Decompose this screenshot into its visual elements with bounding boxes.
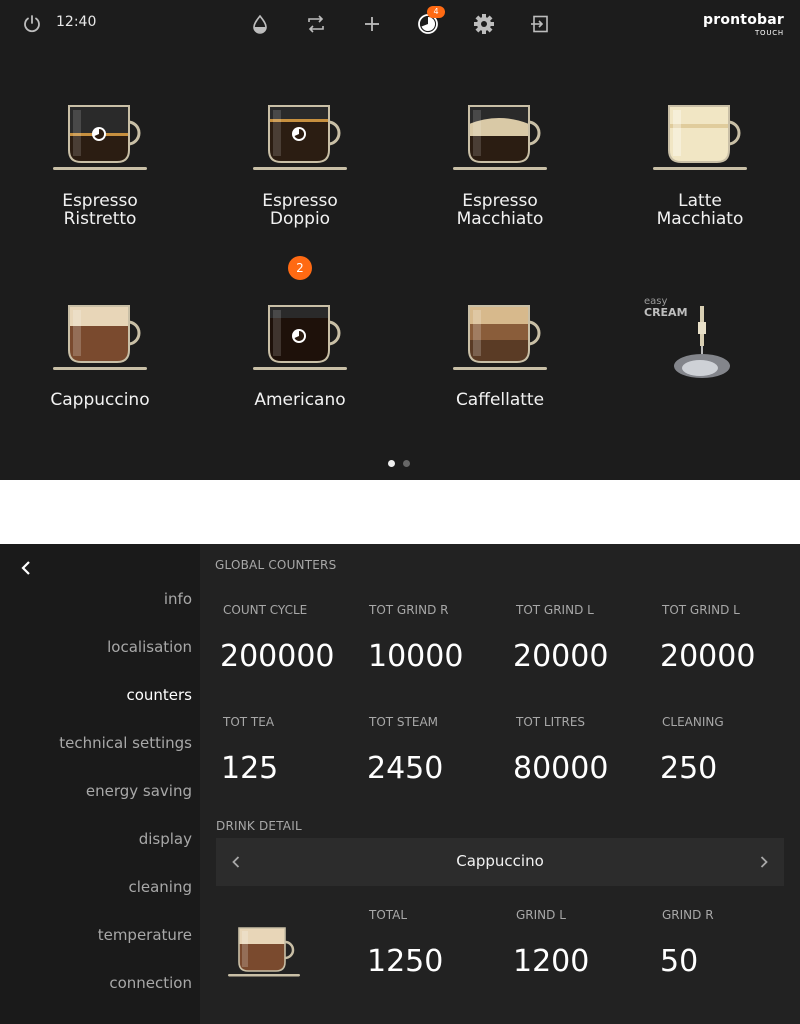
counter-value: 20000 — [660, 639, 756, 674]
drink-label: Cappuccino — [50, 390, 150, 410]
counter-value: 10000 — [368, 639, 464, 674]
exit-icon[interactable] — [528, 12, 552, 36]
counter-label: TOT GRIND R — [369, 603, 449, 617]
menu-localisation[interactable]: localisation — [12, 638, 192, 656]
settings-sidebar: info localisation counters technical set… — [0, 544, 200, 1024]
drink-label: Espresso Macchiato — [456, 191, 544, 229]
drink-espresso-ristretto[interactable]: Espresso Ristretto — [0, 100, 200, 228]
cappuccino-cup-icon — [53, 305, 147, 370]
gear-icon[interactable] — [472, 12, 496, 36]
drink-americano[interactable]: Americano — [200, 300, 400, 409]
power-icon[interactable] — [20, 12, 44, 36]
counter-label: COUNT CYCLE — [223, 603, 308, 617]
counter-value: 250 — [660, 751, 718, 786]
back-chevron-icon[interactable] — [16, 558, 36, 578]
drink-selection-screen: 12:40 4 prontobar TOUCH EspressoRistret — [0, 0, 800, 480]
latte-cup-icon — [653, 105, 747, 170]
espresso-cup-icon — [53, 105, 147, 170]
water-drop-icon[interactable] — [248, 12, 272, 36]
caffellatte-cup-icon — [453, 305, 547, 370]
menu-energy-saving[interactable]: energy saving — [12, 782, 192, 800]
drink-detail-title: DRINK DETAIL — [216, 819, 302, 833]
next-chevron-icon[interactable] — [754, 852, 774, 872]
menu-info[interactable]: info — [12, 590, 192, 608]
counter-label: CLEANING — [662, 715, 724, 729]
counter-value: 200000 — [220, 639, 335, 674]
detail-label: GRIND L — [516, 908, 566, 922]
counter-value: 80000 — [513, 751, 609, 786]
swap-icon[interactable] — [304, 12, 328, 36]
page-dot-active[interactable] — [388, 460, 395, 467]
queue-count-badge: 2 — [288, 256, 312, 280]
americano-cup-icon — [253, 305, 347, 370]
cappuccino-cup-icon — [228, 927, 300, 977]
drink-label: Caffellatte — [455, 390, 545, 410]
settings-screen: info localisation counters technical set… — [0, 544, 800, 1024]
detail-value: 1200 — [513, 944, 590, 979]
detail-value: 1250 — [367, 944, 444, 979]
menu-connection[interactable]: connection — [12, 974, 192, 992]
counter-label: TOT GRIND L — [516, 603, 594, 617]
menu-counters[interactable]: counters — [12, 686, 192, 704]
counters-content: GLOBAL COUNTERS COUNT CYCLE 200000 TOT G… — [200, 544, 800, 1024]
menu-cleaning[interactable]: cleaning — [12, 878, 192, 896]
detail-label: GRIND R — [662, 908, 714, 922]
menu-display[interactable]: display — [12, 830, 192, 848]
prontobar-logo: prontobar TOUCH — [703, 12, 784, 37]
add-icon[interactable] — [360, 12, 384, 36]
drink-label: Americano — [254, 390, 346, 410]
drink-cappuccino[interactable]: Cappuccino — [0, 300, 200, 409]
drink-label: Espresso Ristretto — [62, 191, 138, 229]
macchiato-cup-icon — [453, 105, 547, 170]
clock: 12:40 — [56, 14, 97, 30]
drink-espresso-doppio[interactable]: Espresso Doppio — [200, 100, 400, 228]
counter-label: TOT LITRES — [516, 715, 586, 729]
counter-label: TOT STEAM — [369, 715, 439, 729]
detail-label: TOTAL — [369, 908, 408, 922]
counter-value: 2450 — [367, 751, 444, 786]
cream-nozzle-icon — [674, 306, 730, 378]
easy-cream-button[interactable]: easy CREAM — [640, 296, 750, 396]
menu-technical-settings[interactable]: technical settings — [12, 734, 192, 752]
drink-label: Latte Macchiato — [656, 191, 744, 229]
drink-latte-macchiato[interactable]: Latte Macchiato — [600, 100, 800, 228]
counter-value: 125 — [221, 751, 279, 786]
counter-label: TOT TEA — [223, 715, 275, 729]
menu-temperature[interactable]: temperature — [12, 926, 192, 944]
notification-badge: 4 — [427, 6, 445, 18]
drink-caffellatte[interactable]: Caffellatte — [400, 300, 600, 409]
page-indicator[interactable] — [388, 460, 410, 467]
drink-label: Espresso Doppio — [262, 191, 338, 229]
global-counters-title: GLOBAL COUNTERS — [215, 558, 337, 572]
counter-label: TOT GRIND L — [662, 603, 740, 617]
counter-value: 20000 — [513, 639, 609, 674]
espresso-cup-icon — [253, 105, 347, 170]
page-dot[interactable] — [403, 460, 410, 467]
drink-espresso-macchiato[interactable]: Espresso Macchiato — [400, 100, 600, 228]
drink-selector: Cappuccino — [216, 838, 784, 886]
detail-value: 50 — [660, 944, 699, 979]
selected-drink-name: Cappuccino — [456, 852, 544, 870]
